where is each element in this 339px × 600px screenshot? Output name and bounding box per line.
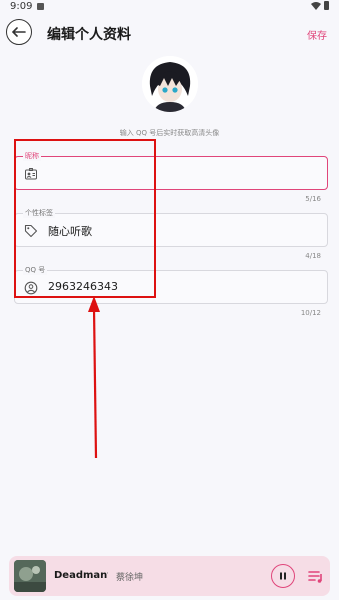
- artist-name: 蔡徐坤: [116, 573, 144, 583]
- separator: ·: [106, 569, 109, 579]
- pause-icon: [280, 572, 286, 580]
- song-title: Deadman: [54, 570, 108, 581]
- album-art-image: [14, 560, 46, 592]
- pause-button[interactable]: [271, 564, 295, 588]
- playlist-icon[interactable]: [306, 566, 326, 586]
- annotation-arrow: [88, 296, 100, 459]
- mini-player[interactable]: Deadman · 蔡徐坤: [9, 556, 330, 596]
- album-art: [14, 560, 46, 592]
